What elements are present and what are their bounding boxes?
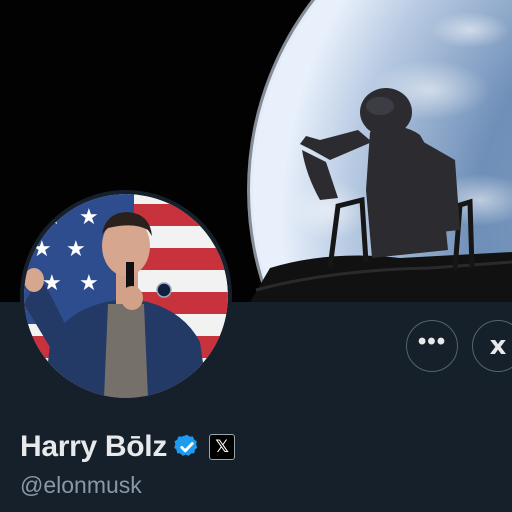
- verified-check-icon[interactable]: [173, 433, 201, 461]
- x-logo-icon: 𝕏: [215, 436, 229, 457]
- svg-text:★: ★: [79, 270, 99, 295]
- display-name: Harry Bōlz: [20, 430, 168, 463]
- xai-logo-icon: x: [489, 331, 507, 361]
- profile-avatar[interactable]: ★ ★ ★ ★ ★ ★ ★ ★: [20, 190, 232, 402]
- affiliation-badge[interactable]: 𝕏: [209, 434, 236, 460]
- more-dots-icon: •••: [417, 328, 447, 355]
- svg-text:★: ★: [32, 236, 52, 261]
- profile-name-row: Harry Bōlz 𝕏: [20, 430, 236, 464]
- svg-text:★: ★: [79, 204, 99, 229]
- profile-handle: @elonmusk: [20, 472, 142, 498]
- avatar-image: ★ ★ ★ ★ ★ ★ ★ ★: [24, 194, 228, 398]
- svg-text:★: ★: [66, 236, 86, 261]
- more-options-button[interactable]: •••: [406, 320, 458, 372]
